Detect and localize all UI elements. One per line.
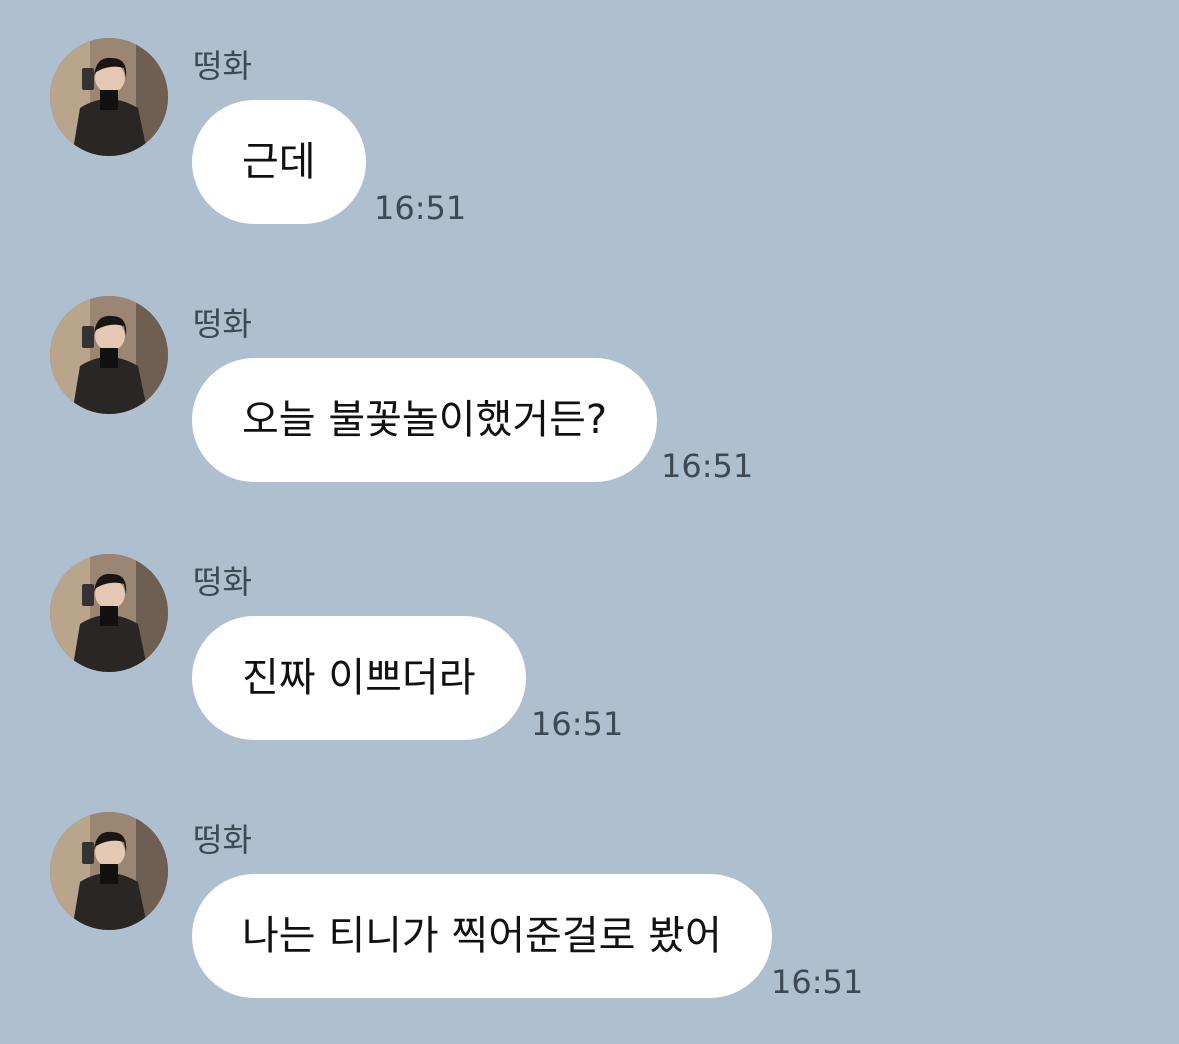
sender-name: 떵화	[193, 821, 252, 859]
sender-name: 떵화	[193, 563, 252, 601]
avatar[interactable]	[50, 296, 168, 414]
message-bubble[interactable]: 오늘 불꽃놀이했거든?	[192, 358, 658, 482]
message-text: 근데	[242, 139, 316, 185]
message-text: 오늘 불꽃놀이했거든?	[242, 397, 608, 443]
message-text: 나는 티니가 찍어준걸로 봤어	[242, 913, 722, 959]
message-bubble[interactable]: 진짜 이쁘더라	[192, 616, 526, 740]
sender-name: 떵화	[193, 47, 252, 85]
avatar[interactable]	[50, 554, 168, 672]
avatar[interactable]	[50, 38, 168, 156]
message-bubble[interactable]: 나는 티니가 찍어준걸로 봤어	[192, 874, 772, 998]
chat-area[interactable]: 떵화 근데 16:51 떵화 오늘 불꽃놀이했거든? 16:51 떵화 진짜 이…	[0, 0, 1179, 1044]
message-time: 16:51	[531, 705, 624, 743]
message-time: 16:51	[374, 189, 467, 227]
message-bubble[interactable]: 근데	[192, 100, 366, 224]
sender-name: 떵화	[193, 305, 252, 343]
message-time: 16:51	[661, 447, 754, 485]
message-row: 떵화 나는 티니가 찍어준걸로 봤어 16:51	[0, 812, 1179, 1042]
avatar[interactable]	[50, 812, 168, 930]
message-row: 떵화 오늘 불꽃놀이했거든? 16:51	[0, 296, 1179, 526]
message-row: 떵화 근데 16:51	[0, 38, 1179, 268]
message-text: 진짜 이쁘더라	[242, 655, 476, 701]
message-row: 떵화 진짜 이쁘더라 16:51	[0, 554, 1179, 784]
message-time: 16:51	[771, 963, 864, 1001]
